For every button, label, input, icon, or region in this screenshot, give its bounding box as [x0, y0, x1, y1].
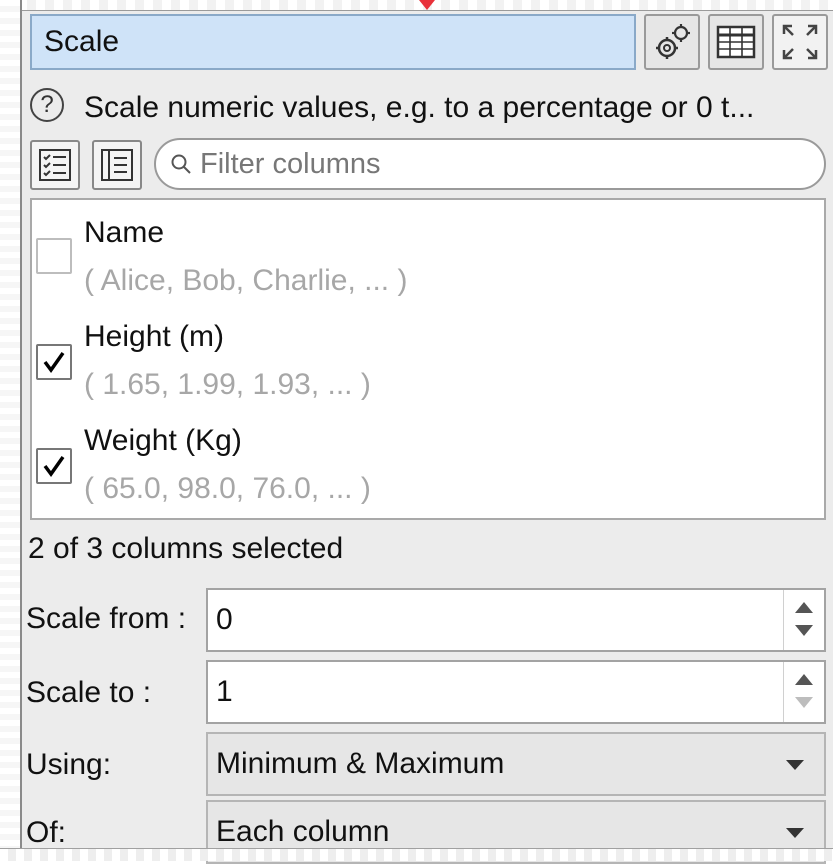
column-name: Height (m) [84, 320, 225, 353]
settings-button[interactable] [644, 14, 700, 70]
list-item[interactable]: Name ( Alice, Bob, Charlie, ... ) [32, 202, 822, 306]
select-none-button[interactable] [92, 140, 142, 190]
expand-icon [782, 24, 818, 60]
settings-gears-icon [656, 24, 690, 59]
transform-title[interactable]: Scale [30, 14, 636, 70]
checkmark-icon [43, 455, 65, 477]
column-name: Weight (Kg) [84, 424, 242, 457]
scale-to-value[interactable]: 1 [216, 662, 233, 722]
table-view-button[interactable] [708, 14, 764, 70]
using-value: Minimum & Maximum [216, 747, 505, 780]
torn-left-edge [0, 0, 22, 860]
using-dropdown[interactable]: Minimum & Maximum [206, 732, 826, 796]
scale-to-label: Scale to : [26, 676, 152, 709]
column-sample: ( 1.65, 1.99, 1.93, ... ) [84, 368, 371, 401]
transform-title-text: Scale [44, 25, 120, 58]
checkmark-icon [43, 351, 65, 373]
torn-top-edge [0, 0, 833, 11]
using-label: Using: [26, 748, 112, 781]
list-item[interactable]: Height (m) ( 1.65, 1.99, 1.93, ... ) [32, 308, 822, 412]
column-checkbox-weight[interactable] [36, 448, 72, 484]
torn-bottom-edge [0, 848, 833, 861]
help-icon[interactable]: ? [30, 88, 64, 122]
scale-to-stepper[interactable] [783, 662, 824, 722]
checklist-icon [39, 149, 71, 181]
spin-down-icon[interactable] [795, 625, 813, 636]
column-checkbox-height[interactable] [36, 344, 72, 380]
search-icon [171, 154, 191, 174]
table-icon [716, 25, 756, 59]
column-checkbox-name[interactable] [36, 238, 72, 274]
dropdown-arrow-icon [786, 828, 804, 838]
connector-arrow [419, 0, 435, 10]
column-list: Name ( Alice, Bob, Charlie, ... ) Height… [30, 198, 826, 520]
scale-to-spinbox[interactable]: 1 [206, 660, 826, 724]
expand-button[interactable] [772, 14, 828, 70]
transform-panel: Scale ? Scale numeric values, e.g. to a … [0, 0, 833, 864]
spin-up-icon[interactable] [795, 602, 813, 613]
list-icon [101, 149, 133, 181]
transform-description: Scale numeric values, e.g. to a percenta… [84, 91, 755, 124]
selection-status: 2 of 3 columns selected [28, 532, 344, 565]
select-all-button[interactable] [30, 140, 80, 190]
filter-columns-field[interactable] [154, 138, 826, 190]
column-name: Name [84, 216, 165, 249]
filter-columns-input[interactable] [192, 146, 802, 182]
column-sample: ( Alice, Bob, Charlie, ... ) [84, 264, 408, 297]
list-item[interactable]: Weight (Kg) ( 65.0, 98.0, 76.0, ... ) [32, 412, 822, 516]
spin-down-icon[interactable] [795, 697, 813, 708]
of-label: Of: [26, 816, 67, 849]
scale-from-stepper[interactable] [783, 590, 824, 650]
spin-up-icon[interactable] [795, 674, 813, 685]
scale-from-spinbox[interactable]: 0 [206, 588, 826, 652]
column-sample: ( 65.0, 98.0, 76.0, ... ) [84, 472, 371, 505]
scale-from-label: Scale from : [26, 602, 187, 635]
scale-from-value[interactable]: 0 [216, 590, 233, 650]
dropdown-arrow-icon [786, 760, 804, 770]
